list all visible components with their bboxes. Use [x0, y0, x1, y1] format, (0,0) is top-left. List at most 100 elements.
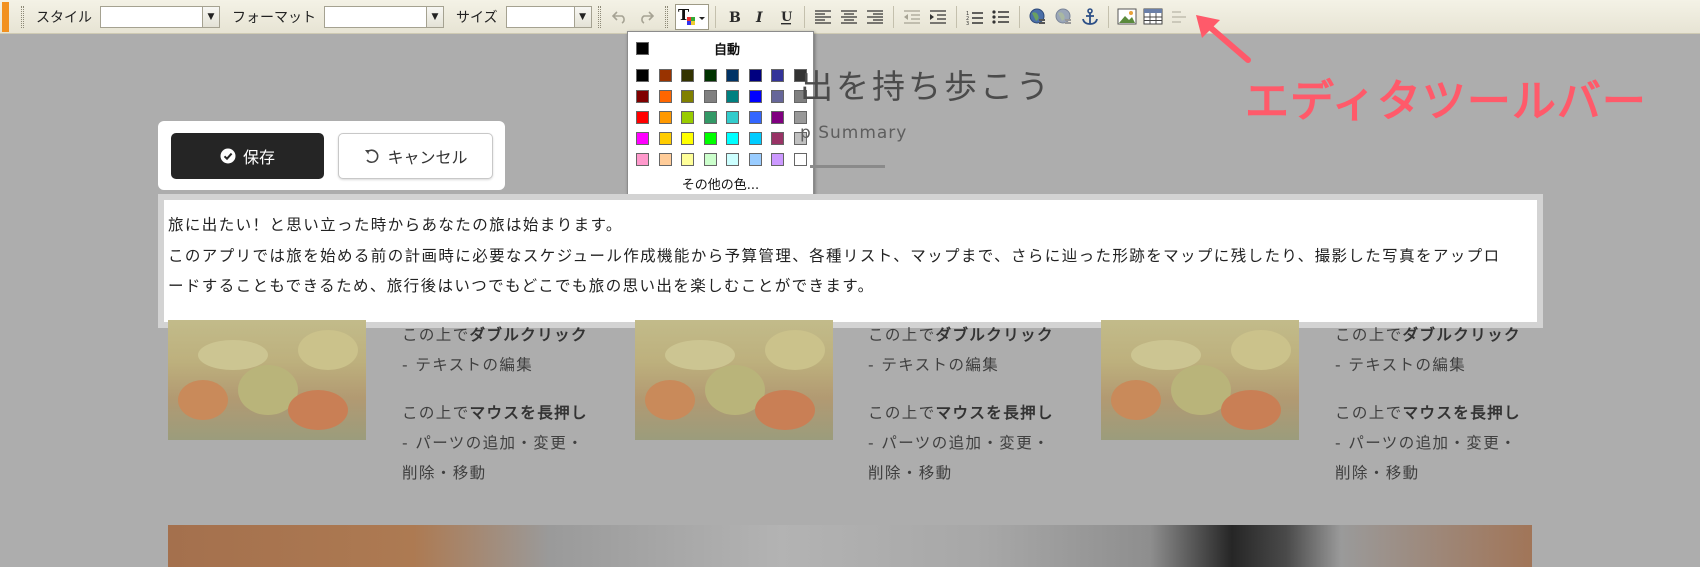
chevron-down-icon[interactable]: ▼: [202, 6, 219, 27]
color-swatch[interactable]: [771, 90, 784, 103]
align-left-button[interactable]: [811, 4, 835, 30]
toolbar-separator: [1107, 5, 1109, 28]
bullet-list-button[interactable]: [989, 4, 1013, 30]
style-select-value: [101, 7, 202, 27]
color-swatch[interactable]: [658, 69, 672, 82]
format-select[interactable]: ▼: [324, 5, 444, 28]
color-swatch[interactable]: [726, 111, 739, 124]
undo-icon: [611, 10, 625, 24]
color-swatch[interactable]: [726, 90, 739, 103]
color-swatch[interactable]: [636, 111, 649, 124]
auto-color-option[interactable]: 自動: [628, 36, 813, 60]
feature-image[interactable]: [168, 320, 366, 440]
redo-button[interactable]: [634, 4, 658, 30]
bold-button[interactable]: B: [722, 4, 746, 30]
size-select[interactable]: ▼: [505, 5, 592, 28]
image-icon: [1117, 8, 1137, 25]
numbered-list-button[interactable]: 123: [963, 4, 987, 30]
align-center-button[interactable]: [837, 4, 861, 30]
color-swatch[interactable]: [658, 153, 672, 166]
rich-text-editor[interactable]: 旅に出たい！と思い立った時からあなたの旅は始まります。 このアプリでは旅を始める…: [158, 194, 1543, 328]
color-swatch[interactable]: [748, 153, 762, 166]
color-swatch[interactable]: [771, 111, 784, 124]
color-swatch[interactable]: [703, 132, 717, 145]
anchor-button[interactable]: [1078, 4, 1102, 30]
color-swatch[interactable]: [771, 132, 784, 145]
instruction-line: 削除・移動: [402, 464, 487, 482]
color-swatch[interactable]: [748, 69, 762, 82]
text-color-button[interactable]: T: [674, 3, 709, 30]
anchor-icon: [1081, 7, 1098, 25]
color-swatch[interactable]: [636, 69, 649, 82]
horizontal-rule-button[interactable]: [1167, 4, 1191, 30]
color-swatch[interactable]: [636, 132, 649, 145]
color-swatch[interactable]: [703, 153, 717, 166]
color-swatch[interactable]: [681, 90, 694, 103]
svg-text:I: I: [755, 10, 763, 25]
align-left-icon: [814, 9, 831, 24]
format-label: フォーマット: [232, 9, 316, 26]
size-label: サイズ: [456, 9, 498, 26]
color-swatch[interactable]: [703, 90, 717, 103]
chevron-down-icon[interactable]: ▼: [573, 6, 591, 27]
toolbar-grip: [664, 5, 668, 28]
insert-image-button[interactable]: [1115, 4, 1139, 30]
style-select[interactable]: ▼: [100, 5, 220, 28]
italic-button[interactable]: I: [748, 4, 772, 30]
color-swatch[interactable]: [726, 69, 739, 82]
color-swatch[interactable]: [726, 153, 739, 166]
color-swatch[interactable]: [793, 153, 807, 166]
svg-text:B: B: [729, 10, 741, 25]
toolbar-separator: [955, 5, 957, 28]
more-colors-option[interactable]: その他の色...: [628, 174, 813, 193]
hero-banner-image[interactable]: [168, 525, 1532, 567]
insert-table-button[interactable]: [1141, 4, 1165, 30]
color-swatch[interactable]: [658, 90, 672, 103]
chevron-down-icon[interactable]: ▼: [426, 6, 443, 27]
toolbar-separator: [714, 5, 716, 28]
feature-image[interactable]: [635, 320, 833, 440]
remove-link-button[interactable]: [1052, 4, 1076, 30]
cancel-button[interactable]: キャンセル: [338, 133, 493, 179]
color-swatch[interactable]: [748, 90, 762, 103]
color-swatch[interactable]: [726, 132, 739, 145]
color-swatch[interactable]: [681, 69, 694, 82]
indent-button[interactable]: [926, 4, 950, 30]
annotation-arrow-icon: [1196, 15, 1251, 63]
outdent-icon: [903, 9, 920, 24]
feature-instructions: この上でダブルクリック - テキストの編集 この上でマウスを長押し - パーツの…: [402, 320, 588, 488]
color-swatch[interactable]: [658, 132, 672, 145]
editor-line: 旅に出たい！と思い立った時からあなたの旅は始まります。: [168, 216, 623, 234]
save-button[interactable]: 保存: [171, 133, 324, 179]
color-swatch[interactable]: [681, 111, 694, 124]
color-swatch[interactable]: [681, 132, 694, 145]
toolbar-separator: [892, 5, 894, 28]
color-swatch[interactable]: [703, 111, 717, 124]
align-right-button[interactable]: [863, 4, 887, 30]
feature-image[interactable]: [1101, 320, 1299, 440]
undo-arrow-icon: [365, 149, 379, 164]
auto-color-label: 自動: [713, 42, 740, 58]
table-icon: [1143, 8, 1163, 25]
color-swatch[interactable]: [703, 69, 717, 82]
color-swatch[interactable]: [771, 153, 784, 166]
color-swatch[interactable]: [636, 153, 649, 166]
horizontal-rule-icon: [1171, 10, 1186, 23]
color-swatch[interactable]: [748, 111, 762, 124]
align-right-icon: [866, 9, 883, 24]
undo-button[interactable]: [608, 4, 632, 30]
insert-link-button[interactable]: [1026, 4, 1050, 30]
color-swatch[interactable]: [748, 132, 762, 145]
instruction-line: - テキストの編集: [402, 356, 534, 374]
cancel-label: キャンセル: [387, 148, 468, 167]
color-swatch[interactable]: [771, 69, 784, 82]
outdent-button[interactable]: [900, 4, 924, 30]
color-swatch[interactable]: [636, 90, 649, 103]
numbered-list-icon: 123: [966, 11, 983, 25]
toolbar-grip[interactable]: [21, 5, 24, 28]
globe-link-icon: [1029, 8, 1045, 24]
color-swatch[interactable]: [681, 153, 694, 166]
underline-button[interactable]: U: [774, 4, 798, 30]
color-swatch[interactable]: [658, 111, 672, 124]
instruction-line: この上でダブルクリック: [402, 326, 588, 344]
